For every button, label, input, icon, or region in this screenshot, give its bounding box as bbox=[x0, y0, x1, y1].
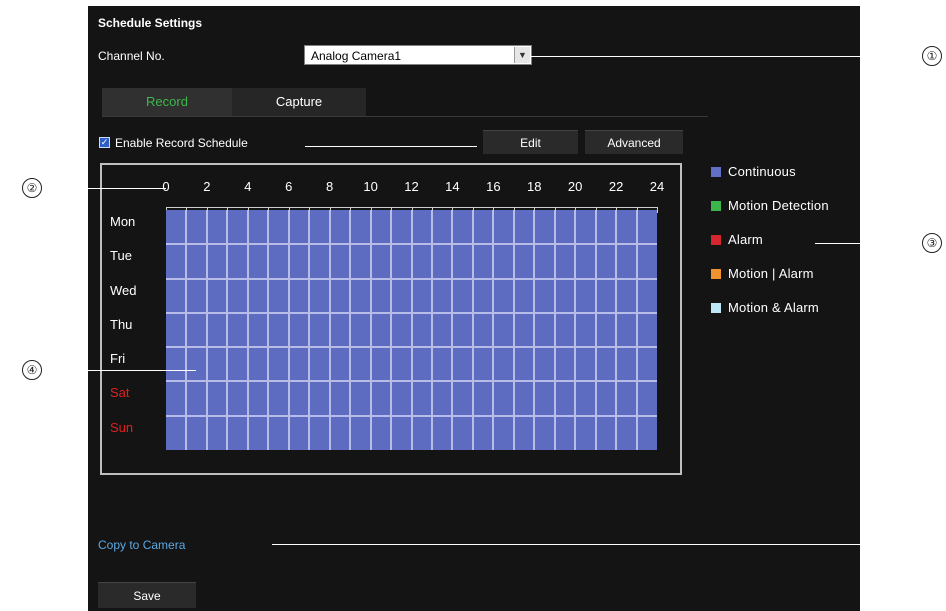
legend-label: Continuous bbox=[728, 164, 796, 179]
legend-swatch bbox=[711, 167, 721, 177]
edit-button[interactable]: Edit bbox=[483, 130, 578, 154]
grid-row-divider bbox=[166, 243, 657, 246]
schedule-grid[interactable] bbox=[166, 210, 657, 450]
legend-swatch bbox=[711, 303, 721, 313]
hour-label: 16 bbox=[486, 179, 501, 194]
channel-select[interactable]: Analog Camera1 ▼ bbox=[304, 45, 532, 65]
grid-row-divider bbox=[166, 311, 657, 314]
hour-tick bbox=[657, 207, 658, 213]
callout-line-4 bbox=[42, 370, 196, 371]
grid-row-divider bbox=[166, 277, 657, 280]
day-label: Sat bbox=[110, 385, 130, 401]
hour-label: 2 bbox=[203, 179, 211, 194]
channel-select-value: Analog Camera1 bbox=[311, 49, 402, 63]
advanced-button[interactable]: Advanced bbox=[585, 130, 683, 154]
legend-label: Motion Detection bbox=[728, 198, 829, 213]
hour-label: 0 bbox=[162, 179, 170, 194]
day-label: Sun bbox=[110, 419, 134, 435]
callout-3: ③ bbox=[922, 233, 942, 253]
hour-label: 10 bbox=[363, 179, 378, 194]
day-label: Wed bbox=[110, 282, 137, 298]
callout-line-3 bbox=[815, 243, 922, 244]
hour-label: 22 bbox=[608, 179, 624, 194]
tab-divider bbox=[102, 116, 708, 117]
enable-schedule-checkbox[interactable]: ✓ bbox=[99, 137, 110, 148]
legend-label: Motion & Alarm bbox=[728, 300, 819, 315]
hour-label: 24 bbox=[649, 179, 665, 194]
callout-1: ① bbox=[922, 46, 942, 66]
hour-label: 14 bbox=[445, 179, 460, 194]
callout-line-1 bbox=[530, 56, 922, 57]
legend-label: Motion | Alarm bbox=[728, 266, 814, 281]
hour-label: 12 bbox=[404, 179, 419, 194]
legend-label: Alarm bbox=[728, 232, 763, 247]
save-button[interactable]: Save bbox=[98, 582, 196, 608]
tab-capture[interactable]: Capture bbox=[232, 88, 366, 116]
callout-line-2 bbox=[42, 188, 166, 189]
hour-label: 20 bbox=[567, 179, 583, 194]
grid-row-divider bbox=[166, 346, 657, 349]
grid-row-divider bbox=[166, 380, 657, 383]
legend-swatch bbox=[711, 269, 721, 279]
grid-row-divider bbox=[166, 414, 657, 417]
legend-swatch bbox=[711, 235, 721, 245]
tab-record[interactable]: Record bbox=[102, 88, 232, 116]
day-label: Fri bbox=[110, 351, 126, 367]
day-label: Tue bbox=[110, 248, 132, 264]
callout-4: ④ bbox=[22, 360, 42, 380]
copy-underline bbox=[272, 544, 860, 545]
legend-swatch bbox=[711, 201, 721, 211]
copy-to-camera-link[interactable]: Copy to Camera bbox=[98, 538, 185, 552]
hour-label: 4 bbox=[244, 179, 252, 194]
day-label: Mon bbox=[110, 214, 136, 229]
day-label: Thu bbox=[110, 316, 133, 332]
chevron-down-icon[interactable]: ▼ bbox=[514, 47, 530, 63]
hour-label: 18 bbox=[527, 179, 542, 194]
hour-label: 8 bbox=[326, 179, 334, 194]
hour-label: 6 bbox=[285, 179, 293, 194]
page-title: Schedule Settings bbox=[98, 16, 203, 30]
enable-schedule-label: Enable Record Schedule bbox=[115, 136, 248, 150]
channel-label: Channel No. bbox=[98, 49, 165, 63]
callout-2: ② bbox=[22, 178, 42, 198]
enable-underline bbox=[305, 146, 477, 147]
